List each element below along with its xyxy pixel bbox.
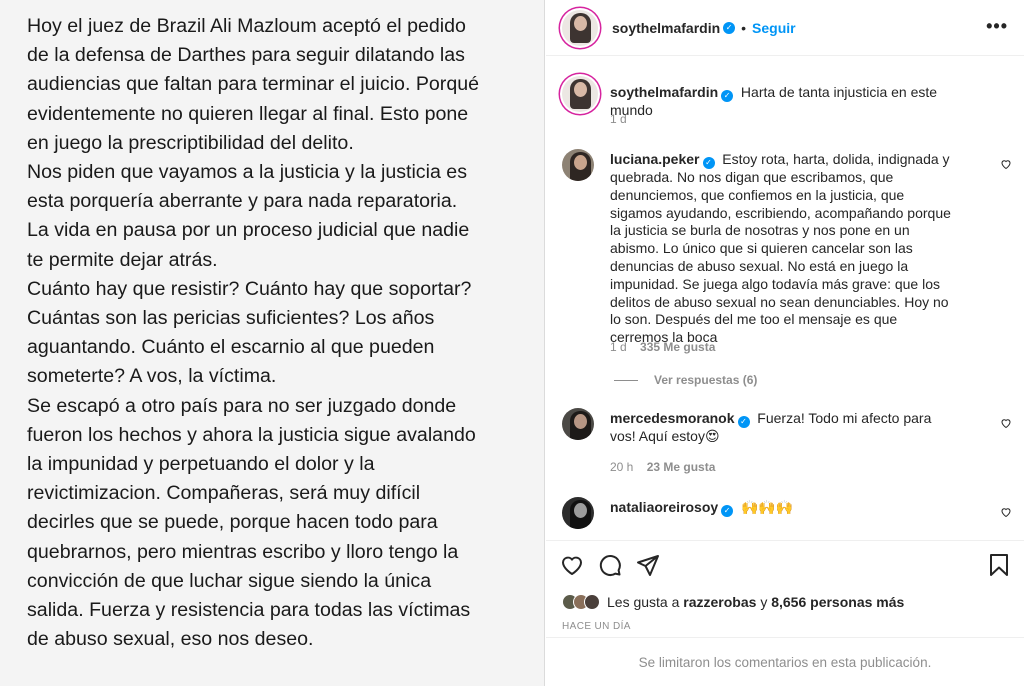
comment-likes[interactable]: 23 Me gusta	[647, 460, 716, 474]
verified-icon: ✓	[723, 21, 736, 34]
verified-icon: ✓	[721, 90, 734, 102]
verified-icon: ✓	[721, 505, 734, 517]
comment-item: mercedesmoranok ✓ Fuerza! Todo mi afecto …	[562, 408, 1012, 478]
like-comment-heart-icon[interactable]	[1000, 417, 1012, 429]
post-actions: Les gusta a razzerobas y 8,656 personas …	[546, 540, 1024, 686]
like-comment-heart-icon[interactable]	[1000, 158, 1012, 170]
follow-button[interactable]: Seguir	[752, 20, 796, 36]
share-icon[interactable]	[636, 553, 660, 577]
comment-time[interactable]: 1 d	[610, 112, 627, 126]
comment-text: 🙌🙌🙌	[740, 499, 794, 515]
comment-username[interactable]: luciana.peker	[610, 151, 700, 167]
post-image[interactable]: Hoy el juez de Brazil Ali Mazloum aceptó…	[0, 0, 545, 686]
likes-conj: y	[760, 594, 768, 610]
bookmark-icon[interactable]	[988, 553, 1010, 577]
likes-summary[interactable]: Les gusta a razzerobas y 8,656 personas …	[562, 594, 904, 610]
comment-icon[interactable]	[598, 553, 622, 577]
comments-limited-notice: Se limitaron los comentarios en esta pub…	[546, 637, 1024, 686]
separator-dot: •	[741, 19, 747, 36]
post-image-text: Hoy el juez de Brazil Ali Mazloum aceptó…	[27, 15, 480, 651]
likes-user[interactable]: razzerobas	[683, 594, 756, 610]
comment-time[interactable]: 1 d	[610, 340, 627, 354]
verified-icon: ✓	[737, 416, 750, 428]
avatar[interactable]	[562, 408, 594, 440]
comment-time[interactable]: 20 h	[610, 460, 633, 474]
avatar[interactable]	[562, 9, 598, 46]
heart-icon[interactable]	[560, 553, 584, 577]
verified-icon: ✓	[702, 157, 715, 169]
likes-prefix: Les gusta a	[607, 594, 680, 610]
comment-item: luciana.peker ✓ Estoy rota, harta, dolida…	[562, 149, 1012, 389]
caption-item: soythelmafardin ✓ Harta de tanta injustic…	[562, 76, 1012, 136]
like-comment-heart-icon[interactable]	[1000, 506, 1012, 518]
comments-list[interactable]: soythelmafardin ✓ Harta de tanta injustic…	[546, 57, 1024, 540]
post-sidebar: soythelmafardin ✓ • Seguir ••• soythelma…	[546, 0, 1024, 686]
avatar[interactable]	[562, 497, 594, 529]
header-username[interactable]: soythelmafardin	[612, 20, 720, 36]
post-date[interactable]: HACE UN DÍA	[562, 621, 631, 632]
view-replies-button[interactable]: Ver respuestas (6)	[614, 373, 757, 387]
comment-username[interactable]: soythelmafardin	[610, 84, 718, 100]
avatar[interactable]	[562, 149, 594, 181]
likes-count[interactable]: 8,656 personas más	[771, 594, 904, 610]
comment-username[interactable]: nataliaoreirosoy	[610, 499, 718, 515]
comment-text: Estoy rota, harta, dolida, indignada y q…	[610, 151, 951, 346]
avatar[interactable]	[562, 76, 598, 112]
more-options-icon[interactable]: •••	[986, 16, 1008, 37]
comment-item: nataliaoreirosoy ✓ 🙌🙌🙌	[562, 497, 1012, 540]
comment-likes[interactable]: 335 Me gusta	[640, 340, 715, 354]
comment-username[interactable]: mercedesmoranok	[610, 410, 735, 426]
liker-avatars	[562, 594, 600, 610]
post-header: soythelmafardin ✓ • Seguir •••	[546, 0, 1024, 56]
